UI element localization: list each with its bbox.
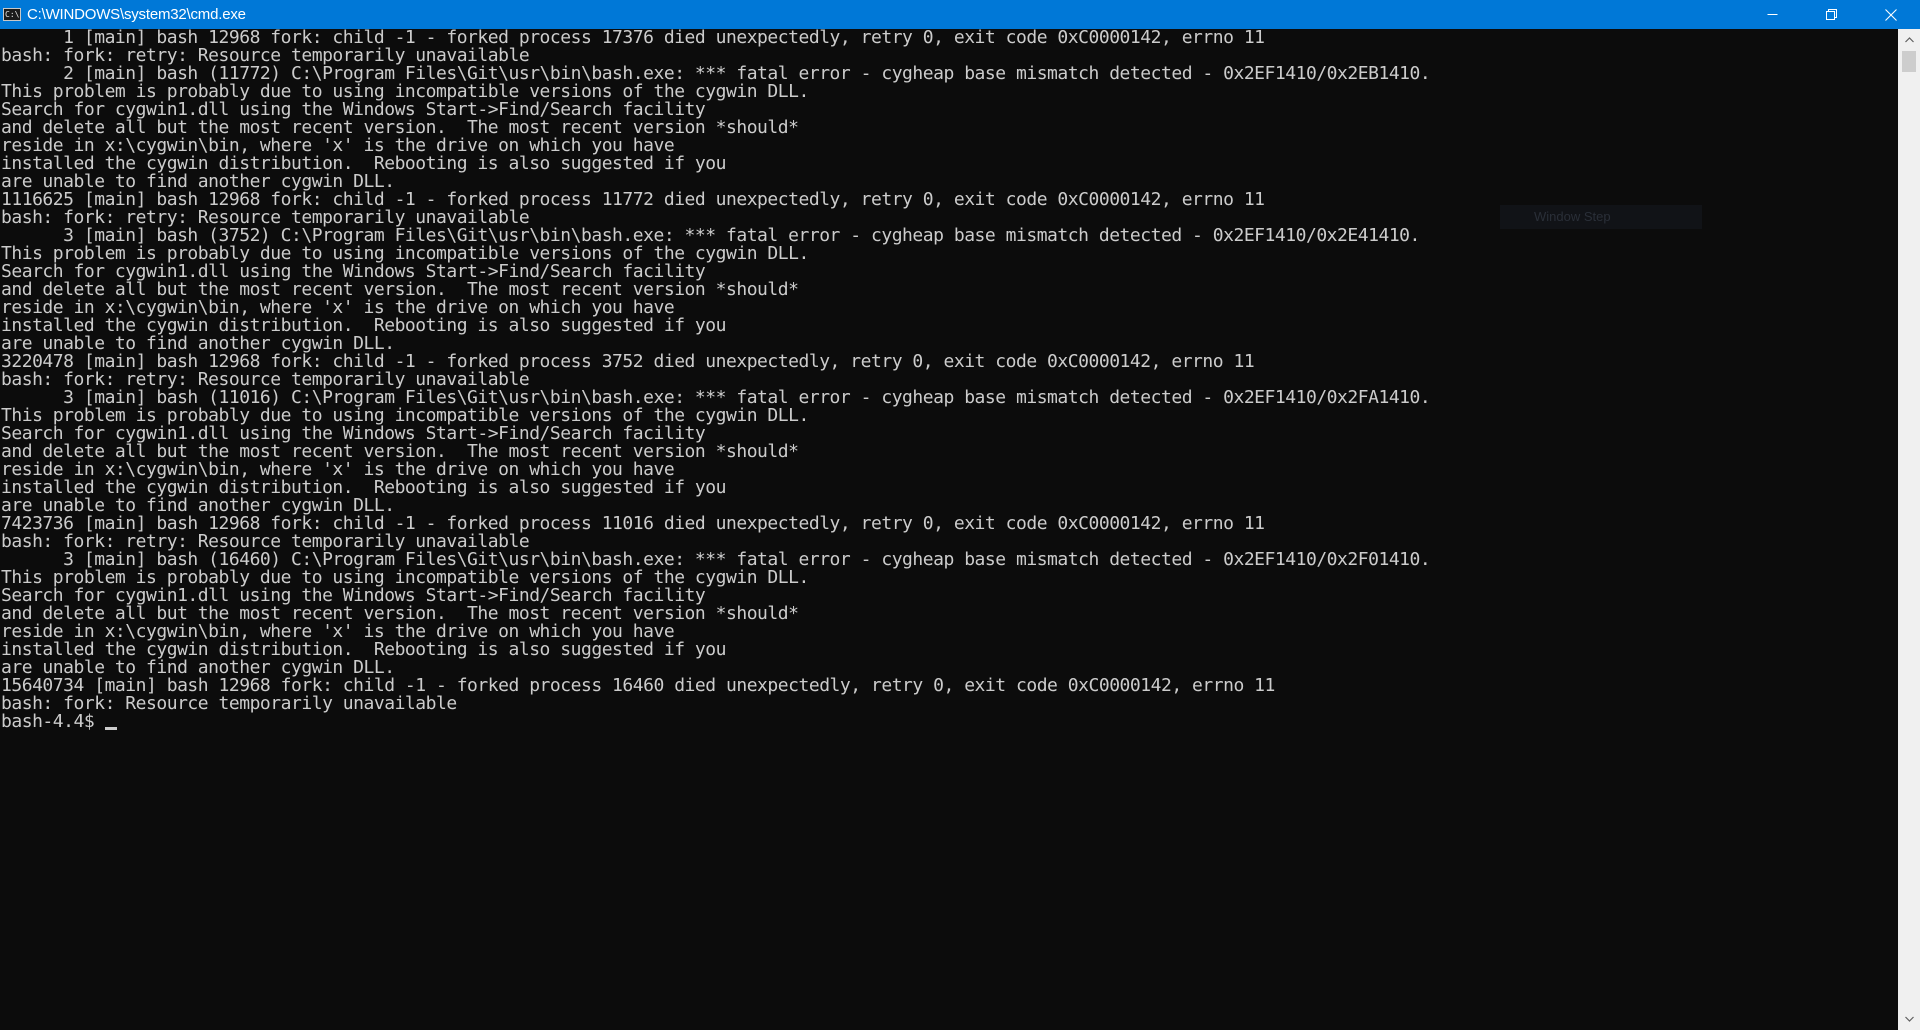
cmd-window: C:\ C:\WINDOWS\system32\cmd.exe 1 [main]… <box>0 0 1920 1030</box>
restore-icon <box>1826 9 1837 20</box>
title-bar[interactable]: C:\ C:\WINDOWS\system32\cmd.exe <box>0 0 1920 29</box>
scroll-down-button[interactable] <box>1898 1008 1920 1030</box>
window-step-overlay: Window Step <box>1500 205 1702 229</box>
minimize-icon <box>1767 14 1778 15</box>
scroll-up-button[interactable] <box>1898 29 1920 51</box>
chevron-down-icon <box>1904 1016 1914 1022</box>
console-line: bash: fork: Resource temporarily unavail… <box>1 693 457 714</box>
window-controls <box>1743 0 1920 29</box>
console-app-icon[interactable]: C:\ <box>3 8 21 21</box>
minimize-button[interactable] <box>1743 0 1802 29</box>
prompt-line[interactable]: bash-4.4$ <box>1 713 1898 731</box>
bash-prompt: bash-4.4$ <box>1 711 105 732</box>
vertical-scrollbar[interactable] <box>1898 29 1920 1030</box>
restore-button[interactable] <box>1802 0 1861 29</box>
close-button[interactable] <box>1861 0 1920 29</box>
console-output[interactable]: 1 [main] bash 12968 fork: child -1 - for… <box>0 29 1898 1030</box>
close-icon <box>1884 8 1897 21</box>
chevron-up-icon <box>1904 37 1914 43</box>
window-title: C:\WINDOWS\system32\cmd.exe <box>27 6 246 23</box>
overlay-label: Window Step <box>1534 209 1611 224</box>
app-icon-text: C:\ <box>5 9 20 19</box>
scroll-thumb[interactable] <box>1902 51 1916 72</box>
text-cursor <box>104 727 117 730</box>
